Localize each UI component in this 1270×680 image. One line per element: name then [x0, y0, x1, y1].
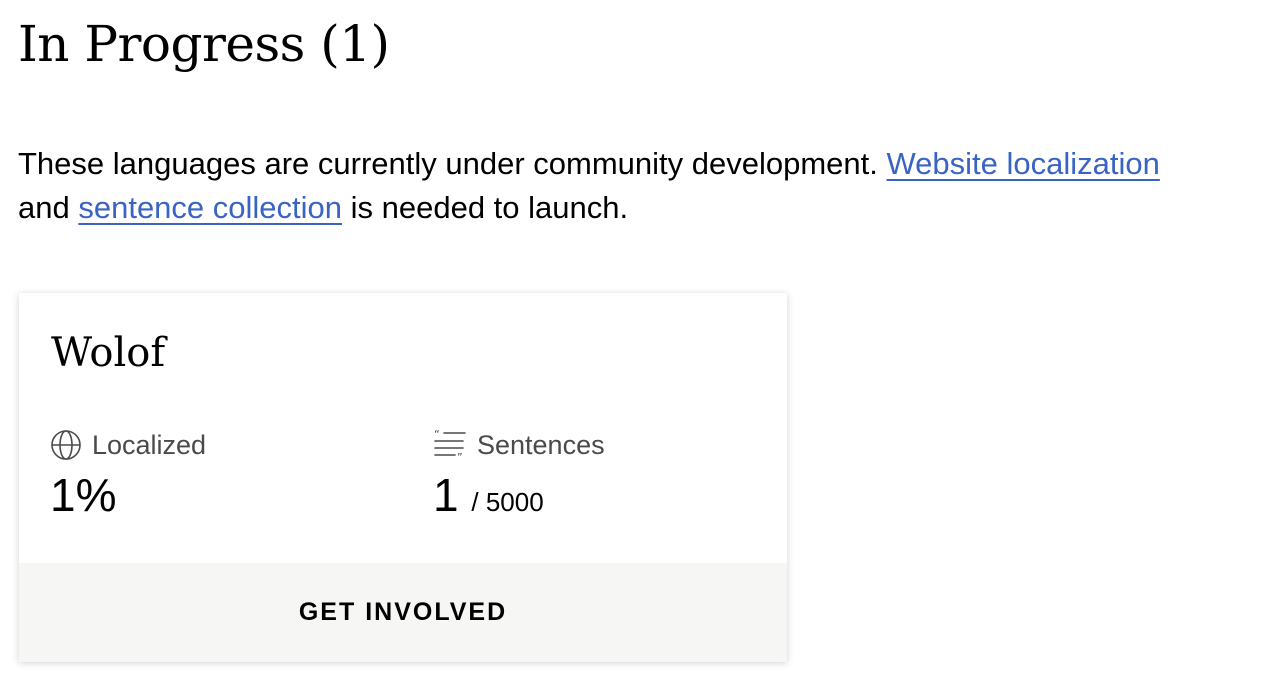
quote-lines-icon: “ ”: [433, 428, 467, 462]
language-card: Wolof Localized 1% “ ” Sentences 1 / 500…: [19, 293, 787, 662]
website-localization-link[interactable]: Website localization: [886, 146, 1159, 181]
globe-icon: [50, 429, 82, 461]
page-title: In Progress (1): [18, 15, 390, 73]
intro-text-3: is needed to launch.: [342, 190, 629, 225]
intro-paragraph: These languages are currently under comm…: [18, 142, 1268, 230]
sentence-collection-link[interactable]: sentence collection: [78, 190, 342, 225]
localized-label: Localized: [92, 430, 207, 460]
sentences-total: / 5000: [471, 487, 544, 517]
intro-text-2: and: [18, 190, 79, 225]
localized-value: 1%: [50, 469, 117, 521]
get-involved-button[interactable]: GET INVOLVED: [19, 563, 787, 662]
sentences-value: 1 / 5000: [433, 465, 605, 532]
svg-text:“: “: [434, 428, 440, 441]
sentences-count: 1: [433, 469, 459, 521]
sentences-label: Sentences: [477, 430, 605, 460]
language-name: Wolof: [51, 330, 166, 376]
intro-text-1: These languages are currently under comm…: [18, 146, 887, 181]
svg-text:”: ”: [457, 451, 463, 462]
sentences-stat: “ ” Sentences 1 / 5000: [433, 425, 605, 532]
localized-stat: Localized 1%: [50, 425, 206, 525]
